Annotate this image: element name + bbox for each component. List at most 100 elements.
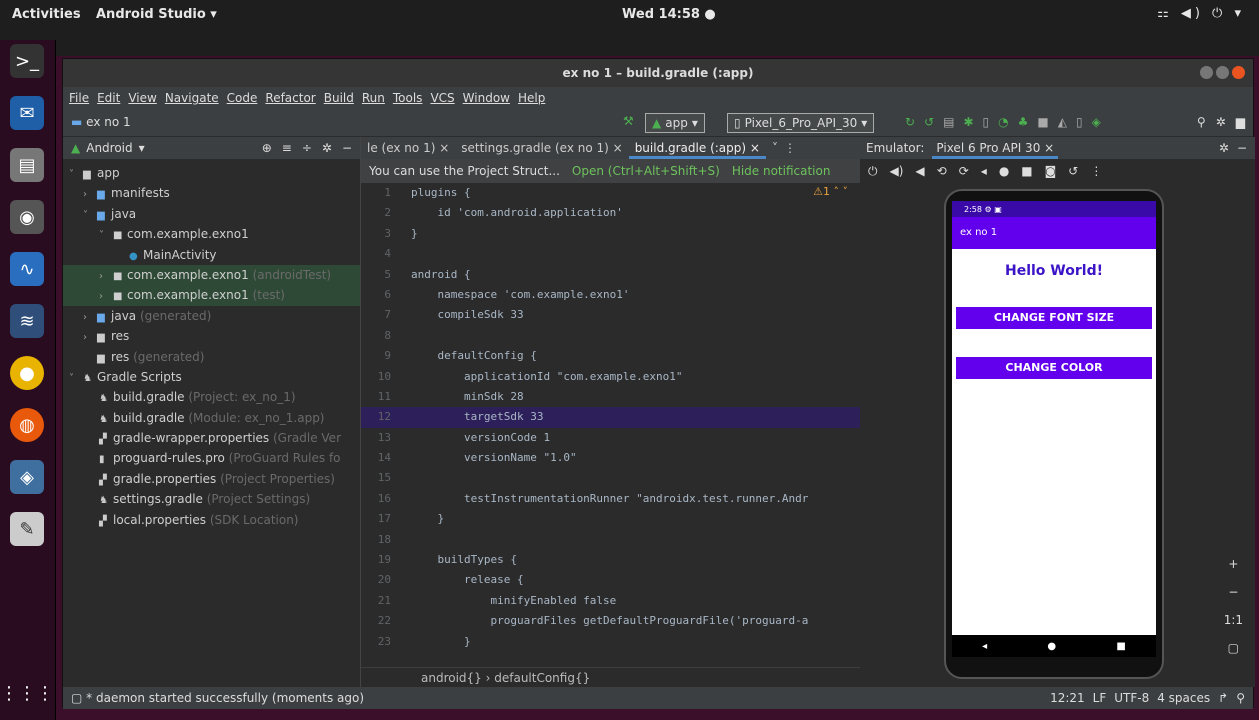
change-font-size-button[interactable]: CHANGE FONT SIZE xyxy=(956,307,1152,329)
code-line[interactable]: 2 id 'com.android.application' xyxy=(361,203,860,223)
back-icon[interactable]: ◂ xyxy=(981,164,987,178)
text-editor-icon[interactable]: ✎ xyxy=(10,512,44,546)
rotate-right-icon[interactable]: ⟳ xyxy=(959,164,969,178)
code-line[interactable]: 4 xyxy=(361,244,860,264)
terminal-icon[interactable]: >_ xyxy=(10,44,44,78)
tree-item[interactable]: ▆ res (generated) xyxy=(63,347,360,367)
menu-window[interactable]: Window xyxy=(463,91,510,105)
menu-tools[interactable]: Tools xyxy=(393,91,423,105)
code-line[interactable]: 18 xyxy=(361,530,860,550)
search-icon[interactable]: ⚲ xyxy=(1236,691,1245,705)
coverage-icon[interactable]: ▯ xyxy=(983,115,990,129)
menu-file[interactable]: File xyxy=(69,91,89,105)
tree-item[interactable]: ♞ build.gradle (Module: ex_no_1.app) xyxy=(63,408,360,428)
layout-icon[interactable]: ▢ xyxy=(71,691,86,705)
back-icon[interactable]: ◂ xyxy=(982,641,987,652)
volume-up-icon[interactable]: ◀) xyxy=(890,164,904,178)
hide-icon[interactable]: − xyxy=(1237,141,1247,155)
run-icon[interactable]: ▤ xyxy=(943,115,954,129)
menu-view[interactable]: View xyxy=(128,91,156,105)
more-icon[interactable]: ⋮ xyxy=(1090,164,1102,178)
code-line[interactable]: 1 plugins { xyxy=(361,183,860,203)
locate-icon[interactable]: ⊕ xyxy=(262,141,272,155)
menu-vcs[interactable]: VCS xyxy=(430,91,454,105)
tree-item[interactable]: ♞ settings.gradle (Project Settings) xyxy=(63,489,360,509)
collapse-icon[interactable]: ≡ xyxy=(282,141,292,155)
indent-setting[interactable]: 4 spaces xyxy=(1157,691,1210,705)
run-config-select[interactable]: ▲ app ▾ xyxy=(645,113,705,133)
gear-icon[interactable]: ✲ xyxy=(1219,141,1229,155)
rotate-left-icon[interactable]: ⟲ xyxy=(937,164,947,178)
tree-item[interactable]: › ▆ manifests xyxy=(63,183,360,203)
code-line[interactable]: 17 } xyxy=(361,509,860,529)
thunderbird-icon[interactable]: ✉ xyxy=(10,96,44,130)
code-line[interactable]: 11 minSdk 28 xyxy=(361,387,860,407)
zoom-out-button[interactable]: − xyxy=(1228,585,1238,599)
code-line[interactable]: 19 buildTypes { xyxy=(361,550,860,570)
code-line[interactable]: 5 android { xyxy=(361,265,860,285)
code-line[interactable]: 6 namespace 'com.example.exno1' xyxy=(361,285,860,305)
chevron-down-icon[interactable]: ▾ xyxy=(139,141,145,155)
chrome-icon[interactable]: ● xyxy=(10,356,44,390)
line-separator[interactable]: LF xyxy=(1093,691,1107,705)
camera-icon[interactable]: ◙ xyxy=(1045,164,1057,178)
project-crumb[interactable]: ▬ ex no 1 xyxy=(71,115,131,129)
more-icon[interactable]: ⋮ xyxy=(784,141,796,155)
monitor-icon[interactable]: ∿ xyxy=(10,252,44,286)
file-encoding[interactable]: UTF-8 xyxy=(1114,691,1149,705)
code-line[interactable]: 14 versionName "1.0" xyxy=(361,448,860,468)
change-color-button[interactable]: CHANGE COLOR xyxy=(956,357,1152,379)
caret-position[interactable]: 12:21 xyxy=(1050,691,1085,705)
files-icon[interactable]: ▤ xyxy=(10,148,44,182)
apply-changes-icon[interactable]: ↻ xyxy=(905,115,915,129)
clock[interactable]: Wed 14:58 ● xyxy=(622,7,716,22)
expand-icon[interactable]: ÷ xyxy=(302,141,312,155)
snapshot-icon[interactable]: ↺ xyxy=(1068,164,1078,178)
git-icon[interactable]: ↱ xyxy=(1218,691,1228,705)
menu-edit[interactable]: Edit xyxy=(97,91,120,105)
warning-indicator[interactable]: ⚠1 ˄ ˅ xyxy=(813,185,848,198)
close-icon[interactable] xyxy=(1232,66,1245,79)
code-line[interactable]: 23 } xyxy=(361,632,860,652)
tab-settings-gradle[interactable]: settings.gradle (ex no 1) × xyxy=(455,137,628,159)
project-view-select[interactable]: Android xyxy=(86,141,132,155)
breadcrumb[interactable]: android{} › defaultConfig{} xyxy=(361,667,860,687)
emulator-device-tab[interactable]: Pixel 6 Pro API 30 × xyxy=(932,137,1059,159)
system-menu[interactable]: ⚏ ◀) ⏻ ▾ xyxy=(1157,6,1245,21)
minimize-icon[interactable] xyxy=(1200,66,1213,79)
code-line[interactable]: 21 minifyEnabled false xyxy=(361,591,860,611)
hide-icon[interactable]: − xyxy=(342,141,352,155)
code-line[interactable]: 20 release { xyxy=(361,570,860,590)
app-menu[interactable]: Android Studio ▾ xyxy=(96,7,217,22)
home-icon[interactable]: ● xyxy=(1047,641,1056,652)
tree-item[interactable]: › ▆ res xyxy=(63,326,360,346)
code-line[interactable]: 16 testInstrumentationRunner "androidx.t… xyxy=(361,489,860,509)
attach-icon[interactable]: ♣ xyxy=(1018,115,1029,129)
code-line[interactable]: 15 xyxy=(361,468,860,488)
tree-item[interactable]: ˅ ▆ app xyxy=(63,163,360,183)
code-line[interactable]: 7 compileSdk 33 xyxy=(361,305,860,325)
device-manager-icon[interactable]: ▯ xyxy=(1076,115,1083,129)
code-line[interactable]: 8 xyxy=(361,326,860,346)
menu-help[interactable]: Help xyxy=(518,91,545,105)
menu-navigate[interactable]: Navigate xyxy=(165,91,219,105)
tree-item[interactable]: › ▆ java (generated) xyxy=(63,306,360,326)
disk-icon[interactable]: ◉ xyxy=(10,200,44,234)
power-icon[interactable]: ⏻ xyxy=(868,164,878,179)
chevron-down-icon[interactable]: ˅ xyxy=(766,141,784,155)
maximize-icon[interactable] xyxy=(1216,66,1229,79)
zoom-in-button[interactable]: + xyxy=(1228,557,1238,571)
menu-refactor[interactable]: Refactor xyxy=(265,91,315,105)
profile-panel-icon[interactable]: ▆ xyxy=(1236,115,1245,129)
code-line[interactable]: 9 defaultConfig { xyxy=(361,346,860,366)
hammer-icon[interactable]: ⚒ xyxy=(623,114,634,128)
tree-item[interactable]: ♞ build.gradle (Project: ex_no_1) xyxy=(63,387,360,407)
settings-icon[interactable]: ✲ xyxy=(1216,115,1226,129)
overview-icon[interactable]: ■ xyxy=(1021,164,1032,178)
wireshark-icon[interactable]: ≋ xyxy=(10,304,44,338)
apply-code-icon[interactable]: ↺ xyxy=(924,115,934,129)
search-icon[interactable]: ⚲ xyxy=(1197,115,1206,129)
sync-icon[interactable]: ◭ xyxy=(1058,115,1067,129)
code-line[interactable]: 10 applicationId "com.example.exno1" xyxy=(361,367,860,387)
android-studio-icon[interactable]: ◈ xyxy=(10,460,44,494)
